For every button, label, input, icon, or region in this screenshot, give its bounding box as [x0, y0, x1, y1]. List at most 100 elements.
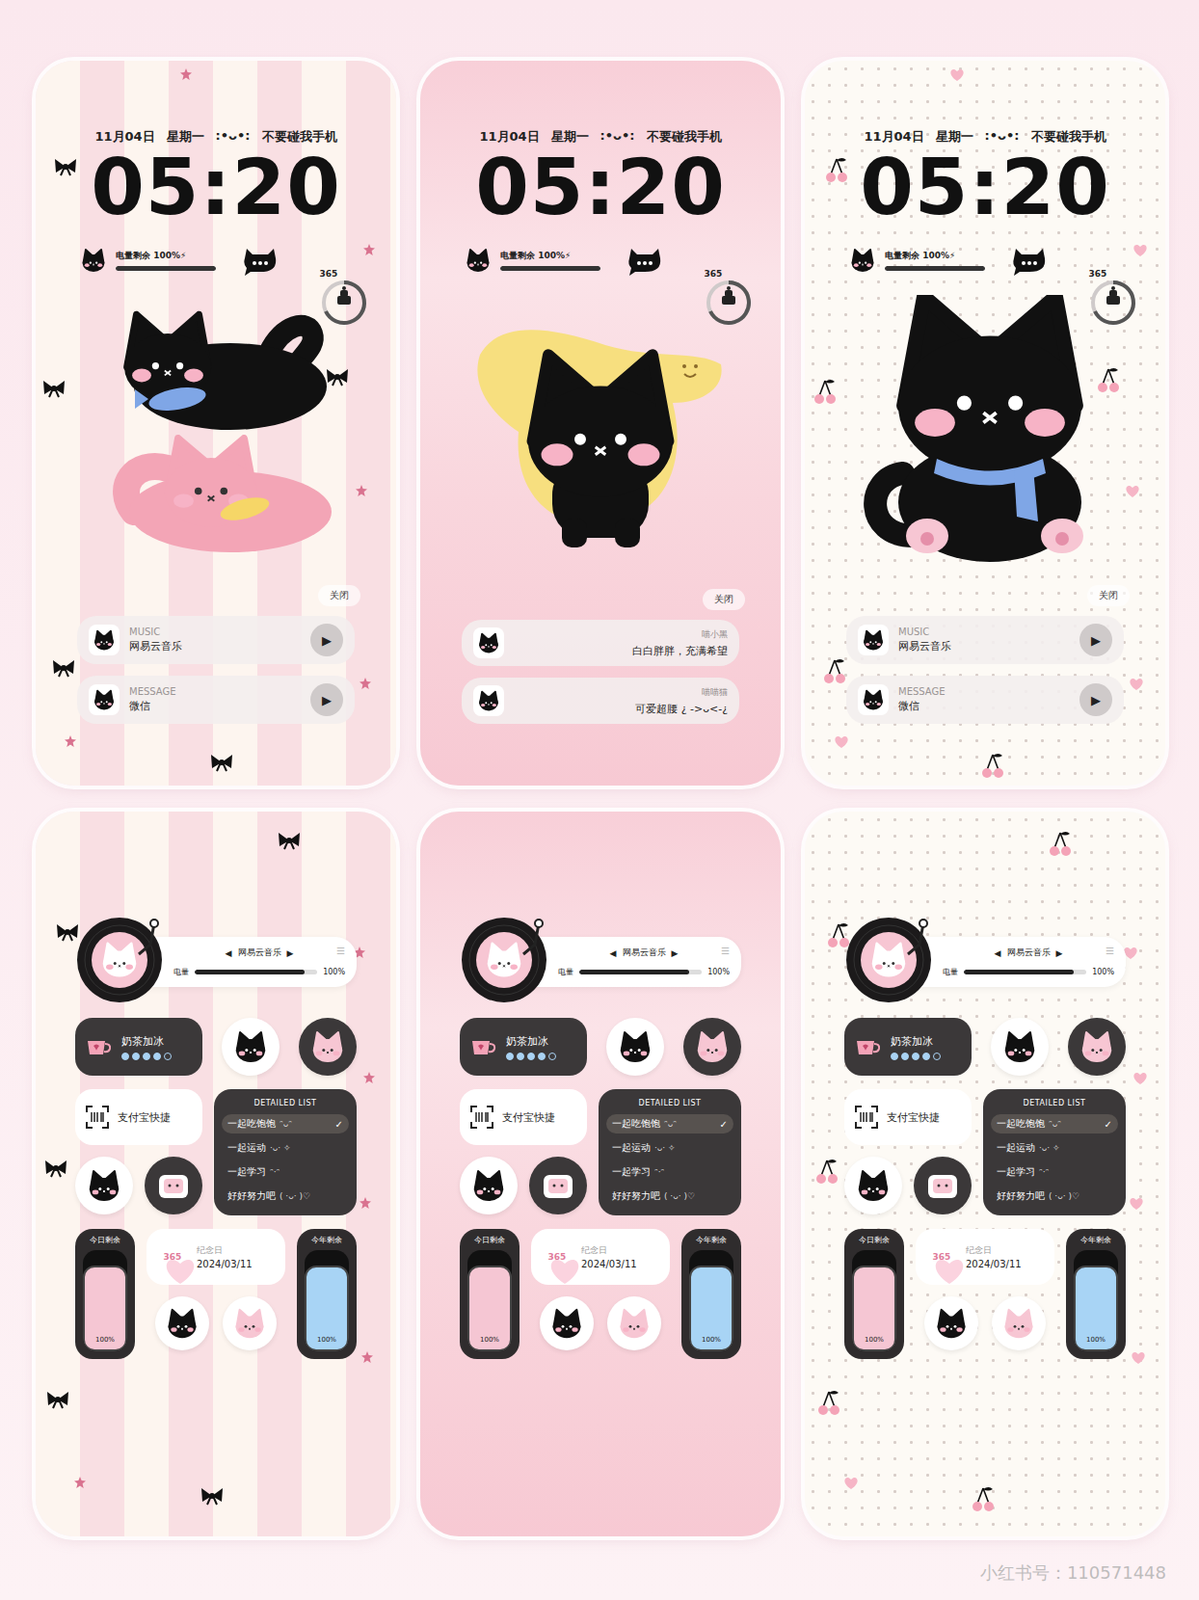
cat-app-icon	[476, 630, 502, 656]
alipay-shortcut[interactable]: 支付宝快捷	[844, 1089, 972, 1146]
list-item[interactable]: 好好努力吧( ·ᴗ· )♡	[221, 1186, 349, 1206]
widget-circle[interactable]	[222, 1296, 277, 1351]
widget-circle[interactable]	[606, 1017, 665, 1076]
menu-button[interactable]: ☰	[336, 945, 346, 957]
bow-icon	[51, 658, 77, 678]
notification-card[interactable]: 喵喵猫可爱超腰 ¿ ->ᴗ<-¿	[461, 677, 740, 724]
notification-cards: MUSIC网易云音乐▶ MESSAGE微信▶	[77, 615, 355, 724]
black-cat-icon	[932, 1305, 970, 1342]
widget-stack: ◀网易云音乐▶☰电量100%奶茶加冰支付宝快捷DETAILED LIST一起吃饱…	[459, 915, 742, 1359]
next-button[interactable]: ▶	[287, 948, 294, 959]
widget-row: 今日剩余100%365纪念日2024/03/11今年剩余100%	[75, 1228, 357, 1359]
anniversary-text: 纪念日2024/03/11	[581, 1244, 638, 1270]
widget-circle[interactable]	[155, 1296, 210, 1351]
alipay-shortcut[interactable]: 支付宝快捷	[75, 1089, 203, 1146]
menu-button[interactable]: ☰	[720, 945, 730, 957]
chat-bubble-icon	[1010, 244, 1049, 276]
previous-button[interactable]: ◀	[225, 948, 233, 959]
star-icon	[74, 1476, 86, 1489]
list-item[interactable]: 一起学习ᵔ·ᵔ	[990, 1162, 1119, 1182]
notification-card[interactable]: 喵小黑白白胖胖，充满希望	[461, 619, 740, 667]
remaining-reading: 100%	[1086, 1335, 1106, 1344]
list-item[interactable]: 一起吃饱饱ᵔᴗᵔ✓	[990, 1114, 1119, 1134]
widget-circle[interactable]	[529, 1156, 587, 1215]
black-cat-icon	[231, 1027, 270, 1066]
list-title: DETAILED LIST	[606, 1098, 734, 1108]
widget-circle[interactable]	[1067, 1017, 1126, 1076]
play-button[interactable]: ▶	[310, 683, 344, 717]
battery-label: 电量	[558, 966, 574, 978]
status-widgets: 电量剩余 100%⚡365	[79, 236, 353, 285]
list-item[interactable]: 一起运动·ᴗ· ✧	[221, 1138, 349, 1158]
heart-icon	[1128, 677, 1145, 692]
alipay-label: 支付宝快捷	[117, 1110, 171, 1125]
watermark: 小红书号：110571448	[980, 1561, 1167, 1585]
milk-tea-widget[interactable]: 奶茶加冰	[459, 1017, 587, 1076]
milk-tea-label: 奶茶加冰	[121, 1034, 172, 1049]
notification-card[interactable]: MESSAGE微信▶	[846, 675, 1124, 724]
alipay-shortcut[interactable]: 支付宝快捷	[459, 1089, 587, 1146]
widget-circle[interactable]	[924, 1296, 979, 1351]
list-item[interactable]: 一起运动·ᴗ· ✧	[990, 1138, 1119, 1158]
close-row: 关闭	[71, 585, 361, 607]
close-button[interactable]: 关闭	[318, 585, 361, 607]
widget-circle[interactable]	[298, 1017, 357, 1076]
notification-card[interactable]: MESSAGE微信▶	[77, 675, 355, 724]
milk-tea-widget[interactable]: 奶茶加冰	[844, 1017, 972, 1076]
rating-dots	[890, 1052, 941, 1061]
close-button[interactable]: 关闭	[702, 588, 746, 611]
item-kaomoji: ·ᴗ· ✧	[269, 1143, 292, 1153]
detailed-list: DETAILED LIST一起吃饱饱ᵔᴗᵔ✓一起运动·ᴗ· ✧一起学习ᵔ·ᵔ好好…	[213, 1089, 357, 1216]
widget-circle[interactable]	[459, 1156, 518, 1215]
app-icon-box	[88, 684, 120, 716]
widget-circle[interactable]	[144, 1156, 203, 1215]
next-button[interactable]: ▶	[671, 948, 679, 959]
cherry-icon	[814, 1389, 844, 1417]
player-battery: 电量100%	[173, 966, 346, 978]
play-button[interactable]: ▶	[310, 623, 344, 657]
menu-button[interactable]: ☰	[1105, 945, 1115, 957]
list-item[interactable]: 一起吃饱饱ᵔᴗᵔ✓	[221, 1114, 349, 1134]
day-count: 365	[1089, 268, 1108, 279]
widget-circle[interactable]	[844, 1156, 903, 1215]
notification-card[interactable]: MUSIC网易云音乐▶	[77, 615, 355, 665]
cat-icon	[79, 245, 108, 275]
widget-circle[interactable]	[991, 1296, 1046, 1351]
cat-app-icon	[860, 627, 886, 653]
rating-dot	[163, 1052, 172, 1061]
remaining-reading: 100%	[317, 1335, 337, 1344]
milk-tea-widget[interactable]: 奶茶加冰	[75, 1017, 203, 1076]
widget-circle[interactable]	[683, 1017, 742, 1076]
star-icon	[180, 68, 192, 80]
milk-tea-label: 奶茶加冰	[890, 1034, 941, 1049]
widget-circle[interactable]	[990, 1017, 1049, 1076]
notification-card[interactable]: MUSIC网易云音乐▶	[846, 615, 1124, 665]
next-button[interactable]: ▶	[1056, 948, 1064, 959]
previous-button[interactable]: ◀	[994, 948, 1002, 959]
play-button[interactable]: ▶	[1079, 623, 1113, 657]
camera-cat-icon	[853, 1166, 893, 1205]
list-item[interactable]: 好好努力吧( ·ᴗ· )♡	[606, 1186, 734, 1206]
widget-circle[interactable]	[221, 1017, 280, 1076]
list-item[interactable]: 一起吃饱饱ᵔᴗᵔ✓	[606, 1114, 734, 1134]
battery-reading: 100%	[707, 967, 730, 977]
list-item[interactable]: 一起学习ᵔ·ᵔ	[221, 1162, 349, 1182]
close-button[interactable]: 关闭	[1087, 585, 1130, 607]
camera-cat-icon	[84, 1166, 124, 1205]
play-button[interactable]: ▶	[1079, 683, 1113, 717]
play-icon: ▶	[321, 633, 332, 648]
widget-circle[interactable]	[75, 1156, 134, 1215]
list-item[interactable]: 一起运动·ᴗ· ✧	[606, 1138, 734, 1158]
widget-circle[interactable]	[913, 1156, 972, 1215]
remaining-card: 今年剩余100%	[296, 1228, 357, 1359]
list-item[interactable]: 一起学习ᵔ·ᵔ	[606, 1162, 734, 1182]
anniversary-count: 365	[163, 1252, 183, 1262]
item-kaomoji: ( ·ᴗ· )♡	[1048, 1191, 1080, 1201]
cat-illustration-icon	[460, 296, 741, 577]
scan-icon	[853, 1104, 880, 1130]
previous-button[interactable]: ◀	[610, 948, 617, 959]
widget-circle[interactable]	[539, 1296, 594, 1351]
widget-circle[interactable]	[607, 1296, 662, 1351]
vinyl-record-icon	[75, 915, 164, 1005]
list-item[interactable]: 好好努力吧( ·ᴗ· )♡	[990, 1186, 1119, 1206]
